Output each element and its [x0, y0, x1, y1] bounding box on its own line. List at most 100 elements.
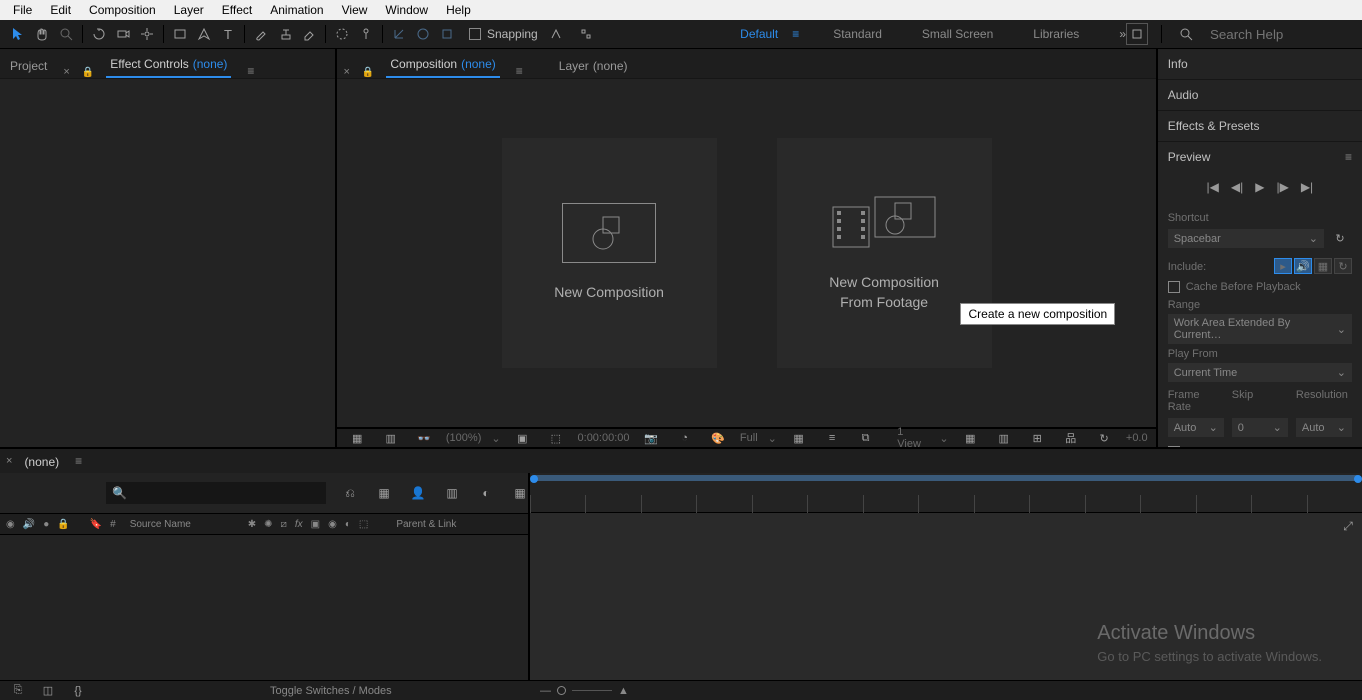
parent-link-header[interactable]: Parent & Link [396, 519, 456, 530]
lock-icon[interactable]: 🔒 [362, 67, 374, 78]
panel-menu-icon[interactable]: ≡ [75, 454, 82, 468]
eraser-tool-icon[interactable] [298, 23, 320, 45]
time-ruler[interactable] [530, 495, 1362, 513]
timeline-search-input[interactable] [106, 482, 326, 504]
panel-menu-icon[interactable]: ≡ [516, 64, 523, 78]
preview-panel-header[interactable]: Preview ≡ [1158, 142, 1362, 172]
reset-shortcut-icon[interactable]: ↻ [1329, 228, 1351, 250]
menu-help[interactable]: Help [437, 1, 480, 19]
play-from-select[interactable]: Current Time⌄ [1168, 363, 1352, 382]
zoom-out-icon[interactable]: — [540, 685, 551, 697]
visibility-column-icon[interactable]: ◉ [6, 519, 15, 530]
exposure-value[interactable]: +0.0 [1126, 432, 1148, 444]
resolution-value[interactable]: Full [740, 432, 758, 444]
solo-column-icon[interactable]: ● [43, 519, 49, 530]
work-area-end-handle[interactable] [1354, 475, 1362, 483]
expand-panel-icon[interactable]: ⤢ [1337, 515, 1359, 537]
include-overlays-icon[interactable]: ▦ [1314, 258, 1332, 274]
resolution-icon[interactable]: ▣ [512, 427, 533, 449]
close-tab-icon[interactable]: × [343, 66, 349, 78]
clone-stamp-icon[interactable] [274, 23, 296, 45]
type-tool-icon[interactable]: T [217, 23, 239, 45]
workspace-small-screen[interactable]: Small Screen [916, 24, 999, 44]
magnification-dropdown-icon[interactable]: ⌄ [491, 432, 500, 445]
comp-mini-flowchart-icon[interactable]: ⎌ [339, 482, 361, 504]
roi-icon[interactable]: ⬚ [545, 427, 566, 449]
view-dropdown-icon[interactable]: ⌄ [939, 432, 948, 445]
frame-blend-icon[interactable]: ▥ [441, 482, 463, 504]
pixel-aspect-icon[interactable]: ▦ [960, 427, 981, 449]
timeline-track-canvas[interactable]: Activate Windows Go to PC settings to ac… [530, 513, 1362, 680]
timeline-empty-area[interactable] [0, 535, 528, 680]
view-axis-icon[interactable] [436, 23, 458, 45]
mask-icon[interactable]: 👓 [413, 427, 434, 449]
cache-before-checkbox[interactable] [1168, 281, 1180, 293]
timeline-icon[interactable]: ≡ [821, 427, 842, 449]
switches-column-icon[interactable]: ✱ [248, 519, 256, 530]
menu-layer[interactable]: Layer [165, 1, 213, 19]
expand-folders-icon[interactable]: ⎘ [7, 680, 29, 700]
workspace-menu-icon[interactable]: ≡ [792, 27, 799, 41]
motion-blur-icon[interactable]: ◐ [475, 482, 497, 504]
lock-column-icon[interactable]: 🔒 [57, 519, 69, 530]
zoom-slider[interactable]: — ▲ [540, 685, 629, 697]
zoom-tool-icon[interactable] [55, 23, 77, 45]
include-audio-icon[interactable]: 🔊 [1294, 258, 1312, 274]
snapshot-icon[interactable]: 📷 [641, 427, 662, 449]
lock-icon[interactable]: 🔒 [82, 67, 94, 78]
local-axis-icon[interactable] [388, 23, 410, 45]
resolution-dropdown-icon[interactable]: ⌄ [768, 432, 777, 445]
snapping-checkbox[interactable] [469, 28, 481, 40]
info-panel-header[interactable]: Info [1158, 49, 1362, 79]
menu-effect[interactable]: Effect [213, 1, 261, 19]
search-help-input[interactable] [1206, 24, 1356, 45]
tab-layer[interactable]: Layer (none) [555, 53, 632, 78]
world-axis-icon[interactable] [412, 23, 434, 45]
always-preview-icon[interactable]: ▦ [346, 427, 367, 449]
panel-menu-icon[interactable]: ≡ [247, 64, 254, 78]
magnification-value[interactable]: (100%) [446, 432, 481, 444]
new-composition-tile[interactable]: New Composition [502, 138, 717, 368]
toggle-switches-modes[interactable]: Toggle Switches / Modes [270, 685, 392, 697]
menu-animation[interactable]: Animation [261, 1, 332, 19]
next-frame-icon[interactable]: |▶ [1276, 180, 1288, 194]
brush-tool-icon[interactable] [250, 23, 272, 45]
range-select[interactable]: Work Area Extended By Current…⌄ [1168, 314, 1352, 344]
reset-exposure-icon[interactable]: ↻ [1093, 427, 1114, 449]
menu-view[interactable]: View [333, 1, 377, 19]
workspace-libraries[interactable]: Libraries [1027, 24, 1085, 44]
work-area-bar[interactable] [532, 475, 1360, 481]
effects-presets-header[interactable]: Effects & Presets [1158, 111, 1362, 141]
prev-frame-icon[interactable]: ◀| [1231, 180, 1243, 194]
menu-file[interactable]: File [4, 1, 41, 19]
frame-rate-select[interactable]: Auto⌄ [1168, 418, 1224, 437]
unified-camera-icon[interactable] [112, 23, 134, 45]
last-frame-icon[interactable]: ▶| [1301, 180, 1313, 194]
hand-tool-icon[interactable] [31, 23, 53, 45]
include-loop-icon[interactable]: ↻ [1334, 258, 1352, 274]
timeline-tab-none[interactable]: (none) [20, 449, 63, 474]
work-area-start-handle[interactable] [530, 475, 538, 483]
rectangle-tool-icon[interactable] [169, 23, 191, 45]
menu-composition[interactable]: Composition [80, 1, 165, 19]
puppet-pin-icon[interactable] [355, 23, 377, 45]
orbit-camera-icon[interactable] [88, 23, 110, 45]
audio-panel-header[interactable]: Audio [1158, 80, 1362, 110]
toggle-switches-icon[interactable]: {} [67, 680, 89, 700]
color-mgmt-icon[interactable]: 🎨 [707, 427, 728, 449]
guides-icon[interactable]: ▥ [993, 427, 1014, 449]
current-time[interactable]: 0:00:00:00 [578, 432, 630, 444]
zoom-in-icon[interactable]: ▲ [618, 685, 629, 697]
workspace-default[interactable]: Default [734, 24, 784, 44]
tab-project[interactable]: Project [6, 53, 51, 78]
label-column-icon[interactable]: 🔖 [90, 519, 102, 530]
render-queue-icon[interactable]: ◫ [37, 680, 59, 700]
grid-icon[interactable]: ⊞ [1026, 427, 1047, 449]
menu-window[interactable]: Window [376, 1, 437, 19]
rotobrush-icon[interactable] [331, 23, 353, 45]
skip-select[interactable]: 0⌄ [1232, 418, 1288, 437]
close-tab-icon[interactable]: × [6, 455, 12, 467]
pan-behind-icon[interactable] [136, 23, 158, 45]
shortcut-select[interactable]: Spacebar⌄ [1168, 229, 1324, 248]
audio-column-icon[interactable]: 🔊 [23, 519, 35, 530]
